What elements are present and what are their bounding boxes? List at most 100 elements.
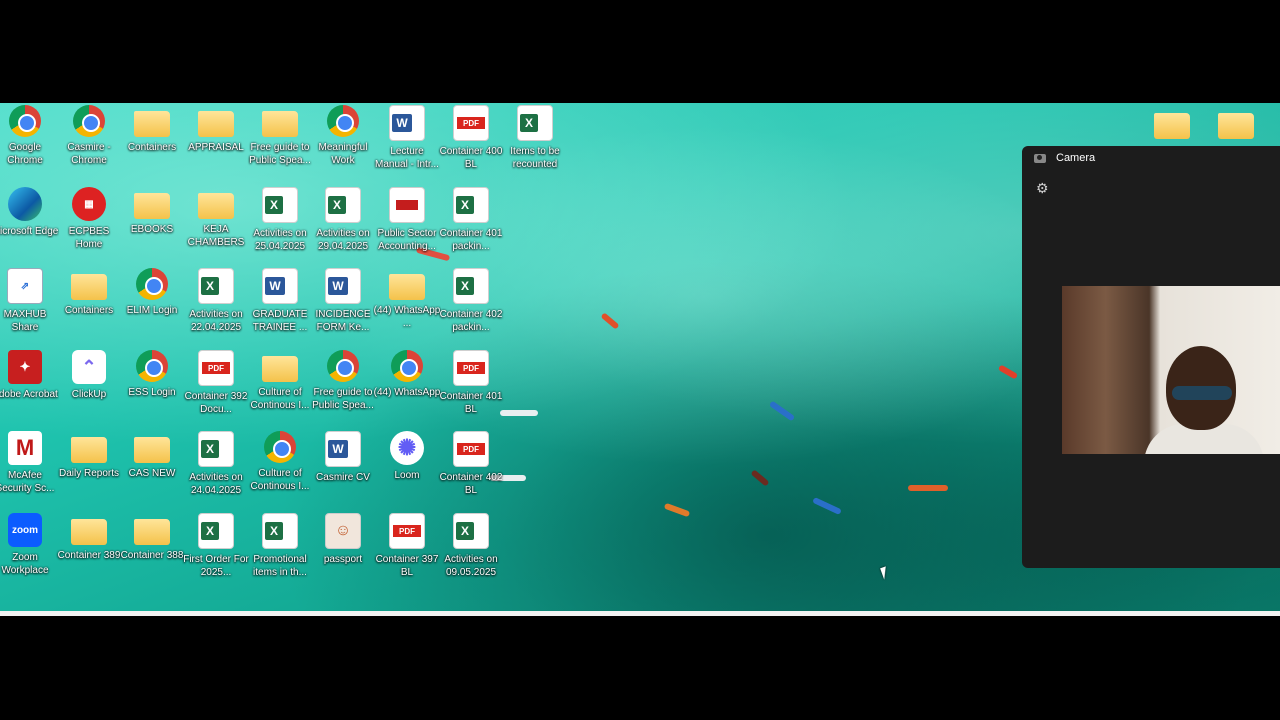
- desktop-icon[interactable]: X Activities on 24.04.2025: [185, 429, 247, 509]
- desktop-icon-label: ClickUp: [71, 389, 107, 400]
- desktop-icon-label: (44) WhatsApp ...: [373, 305, 441, 329]
- boat-decoration: [812, 496, 842, 516]
- desktop-icon-label: passport: [323, 554, 363, 565]
- desktop-icon-label: Culture of Continous I...: [250, 387, 310, 411]
- desktop-icon[interactable]: ✺ Loom: [376, 429, 438, 509]
- desktop-icon[interactable]: ⇗ MAXHUB Share: [0, 266, 56, 346]
- desktop-icon[interactable]: zoom Zoom Workplace: [0, 511, 56, 591]
- desktop-icon[interactable]: Containers: [58, 266, 120, 346]
- desktop-icon[interactable]: M McAfee Security Sc...: [0, 429, 56, 509]
- folder-icon: [134, 519, 170, 545]
- desktop-icon[interactable]: ✦ Adobe Acrobat: [0, 348, 58, 428]
- desktop-icon-label: Public Sector Accounting...: [377, 228, 437, 252]
- desktop-icon-label: INCIDENCE FORM Ke...: [315, 309, 371, 333]
- desktop-icon[interactable]: PDF Container 397 BL: [376, 511, 438, 591]
- desktop-icon[interactable]: (44) WhatsApp: [374, 348, 440, 428]
- gear-icon[interactable]: ⚙: [1036, 180, 1049, 197]
- desktop-icon[interactable]: Meaningful Work: [312, 103, 374, 183]
- desktop-icon[interactable]: X Items to be recounted: [504, 103, 566, 183]
- word-icon: W: [325, 268, 361, 304]
- desktop-icon[interactable]: ▦ ECPBES Home: [58, 185, 120, 265]
- desktop-icon-label: Container 392 Docu...: [184, 391, 248, 415]
- desktop-icon[interactable]: Public Sector Accounting...: [376, 185, 438, 265]
- excel-icon: X: [262, 187, 298, 223]
- desktop-icon[interactable]: PDF Container 392 Docu...: [185, 348, 247, 428]
- camera-icon: [1034, 153, 1046, 163]
- desktop-icon[interactable]: Free guide to Public Spea...: [312, 348, 374, 428]
- folder-icon[interactable]: [1218, 113, 1254, 139]
- desktop-icon[interactable]: X Container 401 packin...: [440, 185, 502, 265]
- desktop-icon-label: MAXHUB Share: [3, 309, 47, 333]
- desktop-icon-label: Containers: [64, 305, 114, 316]
- desktop-icon[interactable]: X Activities on 22.04.2025: [185, 266, 247, 346]
- chrome-icon: [391, 350, 423, 382]
- person-glasses: [1172, 386, 1232, 400]
- pdf-icon: PDF: [389, 513, 425, 549]
- desktop-icon[interactable]: ELIM Login: [121, 266, 183, 346]
- desktop-icon[interactable]: ESS Login: [121, 348, 183, 428]
- desktop-icon-label: Container 401 packin...: [439, 228, 503, 252]
- desktop-icon[interactable]: PDF Container 402 BL: [440, 429, 502, 509]
- boat-decoration: [908, 485, 948, 491]
- camera-video-feed: [1062, 286, 1280, 454]
- folder-icon: [71, 519, 107, 545]
- desktop-icon-label: EBOOKS: [130, 224, 174, 235]
- pdf-icon: PDF: [198, 350, 234, 386]
- desktop-icon[interactable]: X Container 402 packin...: [440, 266, 502, 346]
- desktop-icon-label: KEJA CHAMBERS: [187, 224, 245, 248]
- desktop-icon[interactable]: KEJA CHAMBERS: [185, 185, 247, 265]
- word-icon: W: [262, 268, 298, 304]
- desktop-icon[interactable]: CAS NEW: [121, 429, 183, 509]
- desktop-icon-label: Promotional items in th...: [253, 554, 307, 578]
- desktop-icon[interactable]: Microsoft Edge: [0, 185, 59, 265]
- excel-icon: X: [453, 268, 489, 304]
- desktop-icon-label: Adobe Acrobat: [0, 389, 58, 400]
- desktop-icon[interactable]: PDF Container 401 BL: [440, 348, 502, 428]
- folder-icon[interactable]: [1154, 113, 1190, 139]
- desktop-icon-label: First Order For 2025...: [183, 554, 249, 578]
- desktop-icon-label: ECPBES Home: [68, 226, 110, 250]
- camera-panel[interactable]: Camera ⚙: [1022, 146, 1280, 568]
- desktop-icon[interactable]: ☺ passport: [312, 511, 374, 591]
- desktop-icon-label: Free guide to Public Spea...: [249, 142, 311, 166]
- desktop-icon-label: GRADUATE TRAINEE ...: [252, 309, 308, 333]
- zoom-icon: zoom: [8, 513, 42, 547]
- maxhub-icon: ⇗: [7, 268, 43, 304]
- desktop-icon[interactable]: Culture of Continous I...: [249, 348, 311, 428]
- excel-icon: X: [198, 513, 234, 549]
- desktop-icon-label: APPRAISAL: [188, 142, 244, 153]
- desktop-icon[interactable]: W Casmire CV: [312, 429, 374, 509]
- desktop-icon-label: Items to be recounted: [510, 146, 560, 170]
- desktop-icon[interactable]: (44) WhatsApp ...: [373, 266, 441, 346]
- desktop-icon[interactable]: X Activities on 09.05.2025: [440, 511, 502, 591]
- desktop-icon[interactable]: PDF Container 400 BL: [440, 103, 502, 183]
- desktop-icon[interactable]: Culture of Continous I...: [249, 429, 311, 509]
- desktop-icon[interactable]: APPRAISAL: [185, 103, 247, 183]
- desktop-icon[interactable]: Containers: [121, 103, 183, 183]
- desktop-icon-label: Microsoft Edge: [0, 226, 59, 237]
- desktop-icon-label: Activities on 25.04.2025: [253, 228, 307, 252]
- desktop-icon[interactable]: X Promotional items in th...: [249, 511, 311, 591]
- boat-decoration: [600, 312, 620, 330]
- desktop-icon[interactable]: X Activities on 29.04.2025: [312, 185, 374, 265]
- word-icon: W: [325, 431, 361, 467]
- desktop-icon[interactable]: Container 388: [121, 511, 183, 591]
- desktop-icon[interactable]: Free guide to Public Spea...: [249, 103, 311, 183]
- document-icon: [389, 187, 425, 223]
- desktop-icon-label: Meaningful Work: [318, 142, 368, 166]
- folder-icon: [134, 111, 170, 137]
- desktop-icon[interactable]: Daily Reports: [58, 429, 120, 509]
- desktop-icon[interactable]: ⌃ ClickUp: [58, 348, 120, 428]
- desktop-icon[interactable]: X First Order For 2025...: [183, 511, 249, 591]
- desktop-icon[interactable]: Container 389: [58, 511, 120, 591]
- desktop-icon[interactable]: W Lecture Manual - Intr...: [375, 103, 439, 183]
- desktop-icon[interactable]: X Activities on 25.04.2025: [249, 185, 311, 265]
- desktop-icon[interactable]: W GRADUATE TRAINEE ...: [249, 266, 311, 346]
- desktop-icon[interactable]: EBOOKS: [121, 185, 183, 265]
- desktop-icon[interactable]: Google Chrome: [0, 103, 56, 183]
- boat-decoration: [500, 410, 538, 416]
- excel-icon: X: [198, 431, 234, 467]
- desktop-icon-label: Container 402 BL: [439, 472, 503, 496]
- desktop-icon[interactable]: Casmire - Chrome: [58, 103, 120, 183]
- desktop-icon[interactable]: W INCIDENCE FORM Ke...: [312, 266, 374, 346]
